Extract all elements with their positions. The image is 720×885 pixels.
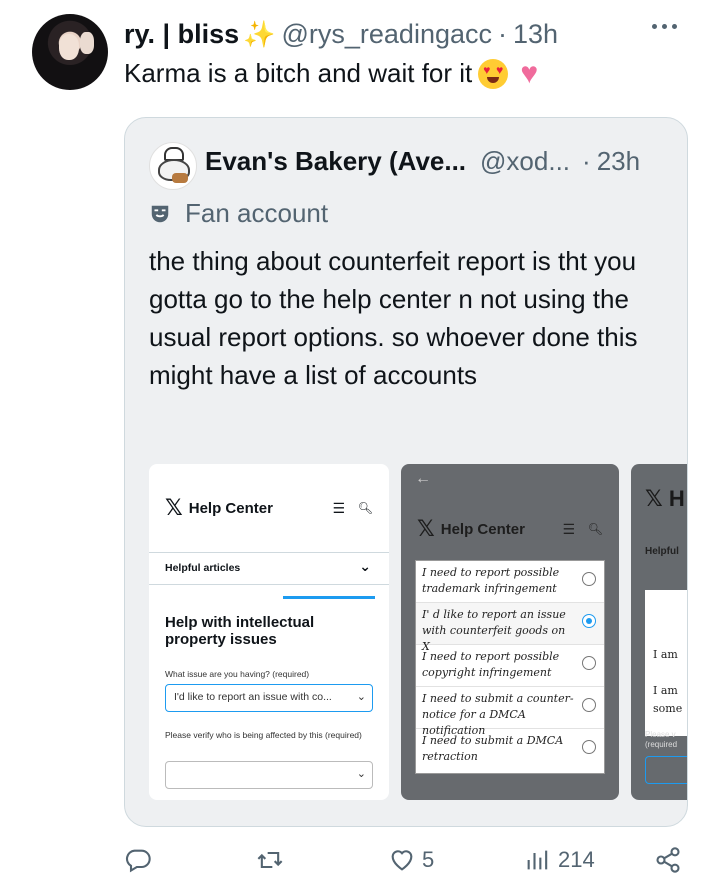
option-label: I need to report possible trademark infr… bbox=[422, 566, 560, 595]
like-count: 5 bbox=[422, 847, 435, 872]
issue-select: I'd like to report an issue with co... ⌄ bbox=[165, 684, 373, 712]
quote-author-name[interactable]: Evan's Bakery (Ave... bbox=[205, 146, 466, 177]
help-center-title: Help Center bbox=[440, 520, 525, 538]
avatar-hand bbox=[80, 32, 94, 54]
views-icon bbox=[527, 850, 548, 870]
views-count: 214 bbox=[558, 847, 595, 872]
tweet-text-content: Karma is a bitch and wait for it bbox=[124, 58, 473, 88]
attached-image-1[interactable]: 𝕏 Help Center ☰ 🔍︎ Helpful articles ⌄ He… bbox=[149, 464, 389, 800]
quote-time[interactable]: 23h bbox=[597, 146, 640, 177]
help-center-title: Help Center bbox=[188, 499, 273, 517]
theater-mask-icon bbox=[151, 205, 169, 222]
retweet-button[interactable] bbox=[256, 846, 284, 874]
tweet-actions: 5 214 bbox=[124, 846, 690, 884]
author-avatar[interactable] bbox=[32, 14, 108, 90]
issue-select-value: I'd like to report an issue with co... bbox=[174, 691, 332, 703]
option-counter-notice: I need to submit a counter-notice for a … bbox=[416, 687, 604, 737]
radio-unselected-icon bbox=[582, 572, 596, 586]
tweet-text: Karma is a bitch and wait for it ♥ bbox=[124, 58, 544, 89]
separator-dot: · bbox=[582, 146, 591, 176]
fan-account-label: Fan account bbox=[149, 198, 328, 229]
divider bbox=[149, 584, 389, 585]
quote-header: Evan's Bakery (Ave... @xod... · 23h bbox=[205, 146, 640, 177]
helpful-articles: Helpful articles ⌄ bbox=[165, 552, 375, 584]
chevron-down-icon: ⌄ bbox=[359, 558, 371, 574]
chevron-down-icon: ⌄ bbox=[356, 768, 366, 780]
avatar-face bbox=[59, 34, 79, 60]
more-options-icon[interactable] bbox=[652, 24, 677, 29]
chevron-down-icon: ⌄ bbox=[356, 691, 366, 703]
radio-selected-icon bbox=[582, 614, 596, 628]
quote-author-avatar[interactable] bbox=[149, 142, 197, 190]
option-text: I am bbox=[653, 648, 678, 661]
attached-image-2[interactable]: ← 𝕏 Help Center ☰ 🔍︎ I need to report po… bbox=[401, 464, 619, 800]
option-text: I am bbox=[653, 684, 678, 697]
attached-image-3[interactable]: 𝕏 H Helpful I am I am some Please v (req… bbox=[631, 464, 687, 800]
menu-icon: ☰ bbox=[562, 520, 575, 537]
option-copyright: I need to report possible copyright infr… bbox=[416, 645, 604, 687]
fan-account-text: Fan account bbox=[185, 198, 329, 228]
reply-icon bbox=[125, 849, 151, 873]
affected-question: Please verify who is being affected by t… bbox=[165, 730, 362, 740]
author-handle[interactable]: @rys_readingacc bbox=[281, 19, 492, 50]
x-logo-icon: 𝕏 bbox=[165, 495, 183, 520]
sparkling-heart-emoji-icon: ♥ bbox=[520, 56, 539, 90]
form-heading: Help with intellectual property issues bbox=[165, 614, 315, 648]
quote-author-handle[interactable]: @xod... bbox=[480, 146, 570, 177]
option-label: I need to submit a DMCA retraction bbox=[422, 734, 564, 763]
search-icon: 🔍︎ bbox=[357, 501, 373, 515]
x-logo-icon: 𝕏 H bbox=[645, 486, 685, 511]
share-button[interactable] bbox=[654, 846, 682, 874]
option-trademark: I need to report possible trademark infr… bbox=[416, 561, 604, 603]
tweet-time[interactable]: 13h bbox=[513, 19, 558, 50]
verify-label: Please v (required bbox=[645, 730, 677, 750]
option-text: some bbox=[653, 702, 683, 715]
search-icon: 🔍︎ bbox=[587, 522, 603, 536]
issue-question: What issue are you having? (required) bbox=[165, 669, 310, 679]
x-logo-icon: 𝕏 bbox=[417, 516, 435, 541]
share-icon bbox=[656, 847, 680, 873]
author-name[interactable]: ry. | bliss bbox=[124, 19, 239, 50]
option-label: I need to report possible copyright infr… bbox=[422, 650, 560, 679]
sparkles-icon: ✨ bbox=[243, 18, 276, 49]
quoted-tweet[interactable]: Evan's Bakery (Ave... @xod... · 23h Fan … bbox=[124, 117, 688, 827]
views-button[interactable]: 214 bbox=[524, 846, 595, 874]
like-icon bbox=[391, 850, 413, 871]
menu-icon: ☰ bbox=[332, 499, 345, 516]
option-counterfeit: I' d like to report an issue with counte… bbox=[416, 603, 604, 653]
verify-label-line1: Please v bbox=[645, 730, 676, 739]
verify-label-line2: (required bbox=[645, 740, 678, 749]
active-indicator bbox=[283, 596, 375, 599]
like-button[interactable]: 5 bbox=[388, 846, 434, 874]
radio-unselected-icon bbox=[582, 698, 596, 712]
retweet-icon bbox=[257, 851, 283, 869]
affected-select: ⌄ bbox=[165, 761, 373, 789]
radio-unselected-icon bbox=[582, 656, 596, 670]
helpful-articles-label: Helpful articles bbox=[165, 562, 241, 574]
helpful-articles-label: Helpful bbox=[645, 546, 679, 557]
option-dmca-retraction: I need to submit a DMCA retraction bbox=[416, 729, 604, 771]
radio-unselected-icon bbox=[582, 740, 596, 754]
pastry-icon bbox=[172, 173, 188, 183]
issue-options-list: I need to report possible trademark infr… bbox=[415, 560, 605, 774]
quote-text: the thing about counterfeit report is th… bbox=[149, 246, 638, 390]
reply-button[interactable] bbox=[124, 846, 152, 874]
tweet-header: ry. | bliss ✨ @rys_readingacc · 13h bbox=[124, 16, 558, 52]
help-center-header: 𝕏 Help Center ☰ 🔍︎ bbox=[149, 464, 389, 552]
separator-dot: · bbox=[498, 18, 507, 49]
verify-input bbox=[645, 756, 687, 784]
heart-eyes-emoji-icon bbox=[478, 58, 509, 89]
